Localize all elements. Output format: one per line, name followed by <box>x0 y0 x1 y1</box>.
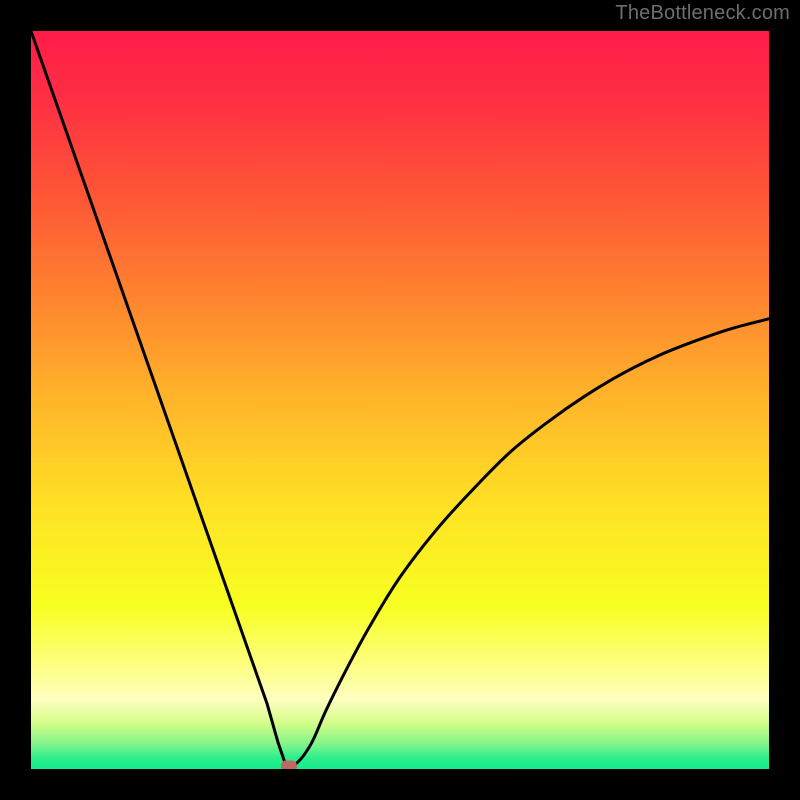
plot-area <box>31 31 769 769</box>
bottleneck-curve <box>31 31 769 769</box>
optimum-marker <box>281 761 297 769</box>
chart-frame: TheBottleneck.com <box>0 0 800 800</box>
watermark-text: TheBottleneck.com <box>615 2 790 25</box>
